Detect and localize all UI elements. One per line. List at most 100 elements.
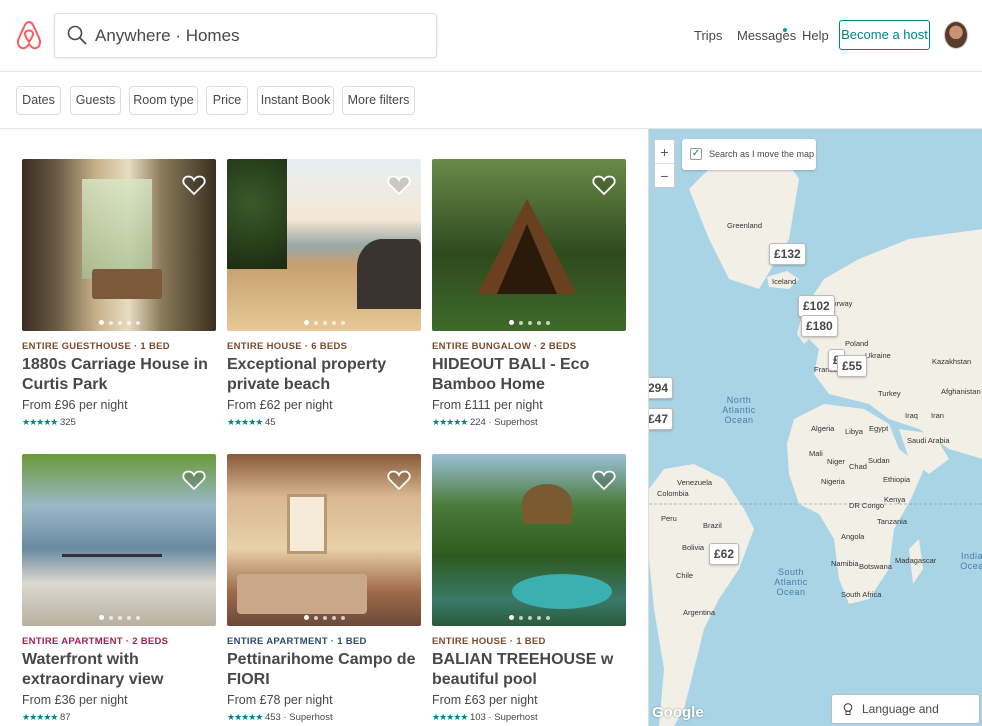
heart-icon[interactable]: [592, 468, 616, 492]
airbnb-logo-icon[interactable]: [16, 20, 42, 50]
listing-card[interactable]: ENTIRE HOUSE · 6 BEDS Exceptional proper…: [227, 159, 421, 428]
listing-photo[interactable]: [432, 454, 626, 626]
listing-title[interactable]: BALIAN TREEHOUSE w beautiful pool: [432, 650, 626, 690]
review-count: 325: [59, 417, 76, 428]
listing-title[interactable]: Waterfront with extraordinary view: [22, 650, 216, 690]
map-label: Algeria: [811, 424, 835, 433]
listing-rating: ★★★★★ 224 · Superhost: [432, 417, 626, 428]
listing-card[interactable]: ENTIRE APARTMENT · 1 BED Pettinarihome C…: [227, 454, 421, 723]
map-label: Chad: [849, 462, 867, 471]
listing-card[interactable]: ENTIRE HOUSE · 1 BED BALIAN TREEHOUSE w …: [432, 454, 626, 723]
map-label: Saudi Arabia: [907, 436, 950, 445]
map-label: Bolivia: [682, 543, 705, 552]
listing-photo[interactable]: [22, 454, 216, 626]
language-currency-label: Language and currency: [862, 702, 939, 716]
filter-dates[interactable]: Dates: [16, 86, 61, 115]
filter-bar: Dates Guests Room type Price Instant Boo…: [0, 72, 982, 129]
price-pin[interactable]: £132: [769, 243, 806, 265]
price-pin[interactable]: £102: [798, 295, 835, 317]
map-label: Tanzania: [877, 517, 908, 526]
listing-title[interactable]: Exceptional property private beach: [227, 355, 421, 395]
filter-instant-book[interactable]: Instant Book: [257, 86, 334, 115]
listing-card[interactable]: ENTIRE BUNGALOW · 2 BEDS HIDEOUT BALI - …: [432, 159, 626, 428]
map-label: Madagascar: [895, 556, 937, 565]
map-label: Brazil: [703, 521, 722, 530]
photo-dots: [227, 320, 421, 325]
map-label: Iraq: [905, 411, 918, 420]
listing-title[interactable]: 1880s Carriage House in Curtis Park: [22, 355, 216, 395]
zoom-control: + −: [654, 139, 675, 188]
filter-more[interactable]: More filters: [342, 86, 415, 115]
listing-type: ENTIRE APARTMENT · 1 BED: [227, 636, 367, 647]
rating-stars: ★★★★★: [432, 417, 468, 427]
nav-help[interactable]: Help: [802, 28, 829, 43]
map-label: Ethiopia: [883, 475, 911, 484]
map[interactable]: Greenland Iceland Norway Poland Ukraine …: [648, 129, 982, 726]
listing-photo[interactable]: [227, 159, 421, 331]
price-pin[interactable]: 294: [649, 377, 674, 399]
listing-card[interactable]: ENTIRE GUESTHOUSE · 1 BED 1880s Carriage…: [22, 159, 216, 428]
listing-title[interactable]: Pettinarihome Campo de FIORI: [227, 650, 421, 690]
listing-rating: ★★★★★ 87: [22, 712, 216, 723]
photo-dots: [22, 615, 216, 620]
zoom-out-button[interactable]: −: [655, 164, 674, 188]
heart-icon[interactable]: [387, 173, 411, 197]
filter-guests[interactable]: Guests: [70, 86, 121, 115]
heart-icon[interactable]: [182, 173, 206, 197]
filter-room-type[interactable]: Room type: [129, 86, 198, 115]
map-label: Iceland: [772, 277, 797, 286]
become-host-button[interactable]: Become a host: [839, 20, 930, 50]
listing-type: ENTIRE GUESTHOUSE · 1 BED: [22, 341, 170, 352]
zoom-in-button[interactable]: +: [655, 140, 674, 164]
nav-messages[interactable]: Messages: [737, 28, 796, 43]
checkbox[interactable]: ✓: [690, 148, 702, 160]
price-pin[interactable]: £47: [649, 408, 674, 430]
lightbulb-icon: [843, 703, 853, 715]
search-icon: [67, 25, 87, 45]
photo-dots: [227, 615, 421, 620]
price-pin[interactable]: £55: [837, 355, 868, 377]
header: Anywhere · Homes Trips Messages Help Bec…: [0, 0, 982, 72]
map-label: Greenland: [727, 221, 763, 230]
listing-photo[interactable]: [432, 159, 626, 331]
map-label: DR Congo: [849, 501, 885, 510]
listing-rating: ★★★★★ 45: [227, 417, 421, 428]
search-as-move-toggle[interactable]: ✓ Search as I move the map: [682, 139, 816, 170]
listing-type: ENTIRE APARTMENT · 2 BEDS: [22, 636, 169, 647]
listing-photo[interactable]: [227, 454, 421, 626]
listing-card[interactable]: ENTIRE APARTMENT · 2 BEDS Waterfront wit…: [22, 454, 216, 723]
listing-rating: ★★★★★ 103 · Superhost: [432, 712, 626, 723]
map-label: Kenya: [884, 495, 906, 504]
map-label: Sudan: [868, 456, 890, 465]
search-box[interactable]: Anywhere · Homes: [54, 13, 437, 58]
listing-title[interactable]: HIDEOUT BALI - Eco Bamboo Home: [432, 355, 626, 395]
map-label: Turkey: [878, 389, 901, 398]
map-label: Poland: [845, 339, 869, 348]
map-label: Mali: [809, 449, 823, 458]
listing-price: From £63 per night: [432, 693, 538, 707]
map-label: Peru: [661, 514, 677, 523]
listing-photo[interactable]: [22, 159, 216, 331]
listing-price: From £111 per night: [432, 398, 543, 412]
map-label: Namibia: [831, 559, 859, 568]
listing-price: From £96 per night: [22, 398, 128, 412]
search-input[interactable]: Anywhere · Homes: [95, 26, 240, 46]
heart-icon[interactable]: [182, 468, 206, 492]
avatar[interactable]: [944, 21, 968, 49]
price-pin[interactable]: £180: [801, 315, 838, 337]
price-pin[interactable]: £62: [709, 543, 740, 565]
language-currency-button[interactable]: Language and currency: [831, 694, 980, 724]
rating-stars: ★★★★★: [227, 417, 263, 427]
map-label: Niger: [827, 457, 845, 466]
map-label: South Africa: [841, 590, 882, 599]
listing-price: From £78 per night: [227, 693, 333, 707]
filter-price[interactable]: Price: [206, 86, 248, 115]
listing-rating: ★★★★★ 453 · Superhost: [227, 712, 421, 723]
heart-icon[interactable]: [592, 173, 616, 197]
listing-type: ENTIRE BUNGALOW · 2 BEDS: [432, 341, 577, 352]
review-count: 103 · Superhost: [469, 712, 538, 723]
map-label: Chile: [676, 571, 694, 580]
nav-trips[interactable]: Trips: [694, 28, 722, 43]
heart-icon[interactable]: [387, 468, 411, 492]
ocean-label: North Atlantic Ocean: [722, 395, 756, 425]
